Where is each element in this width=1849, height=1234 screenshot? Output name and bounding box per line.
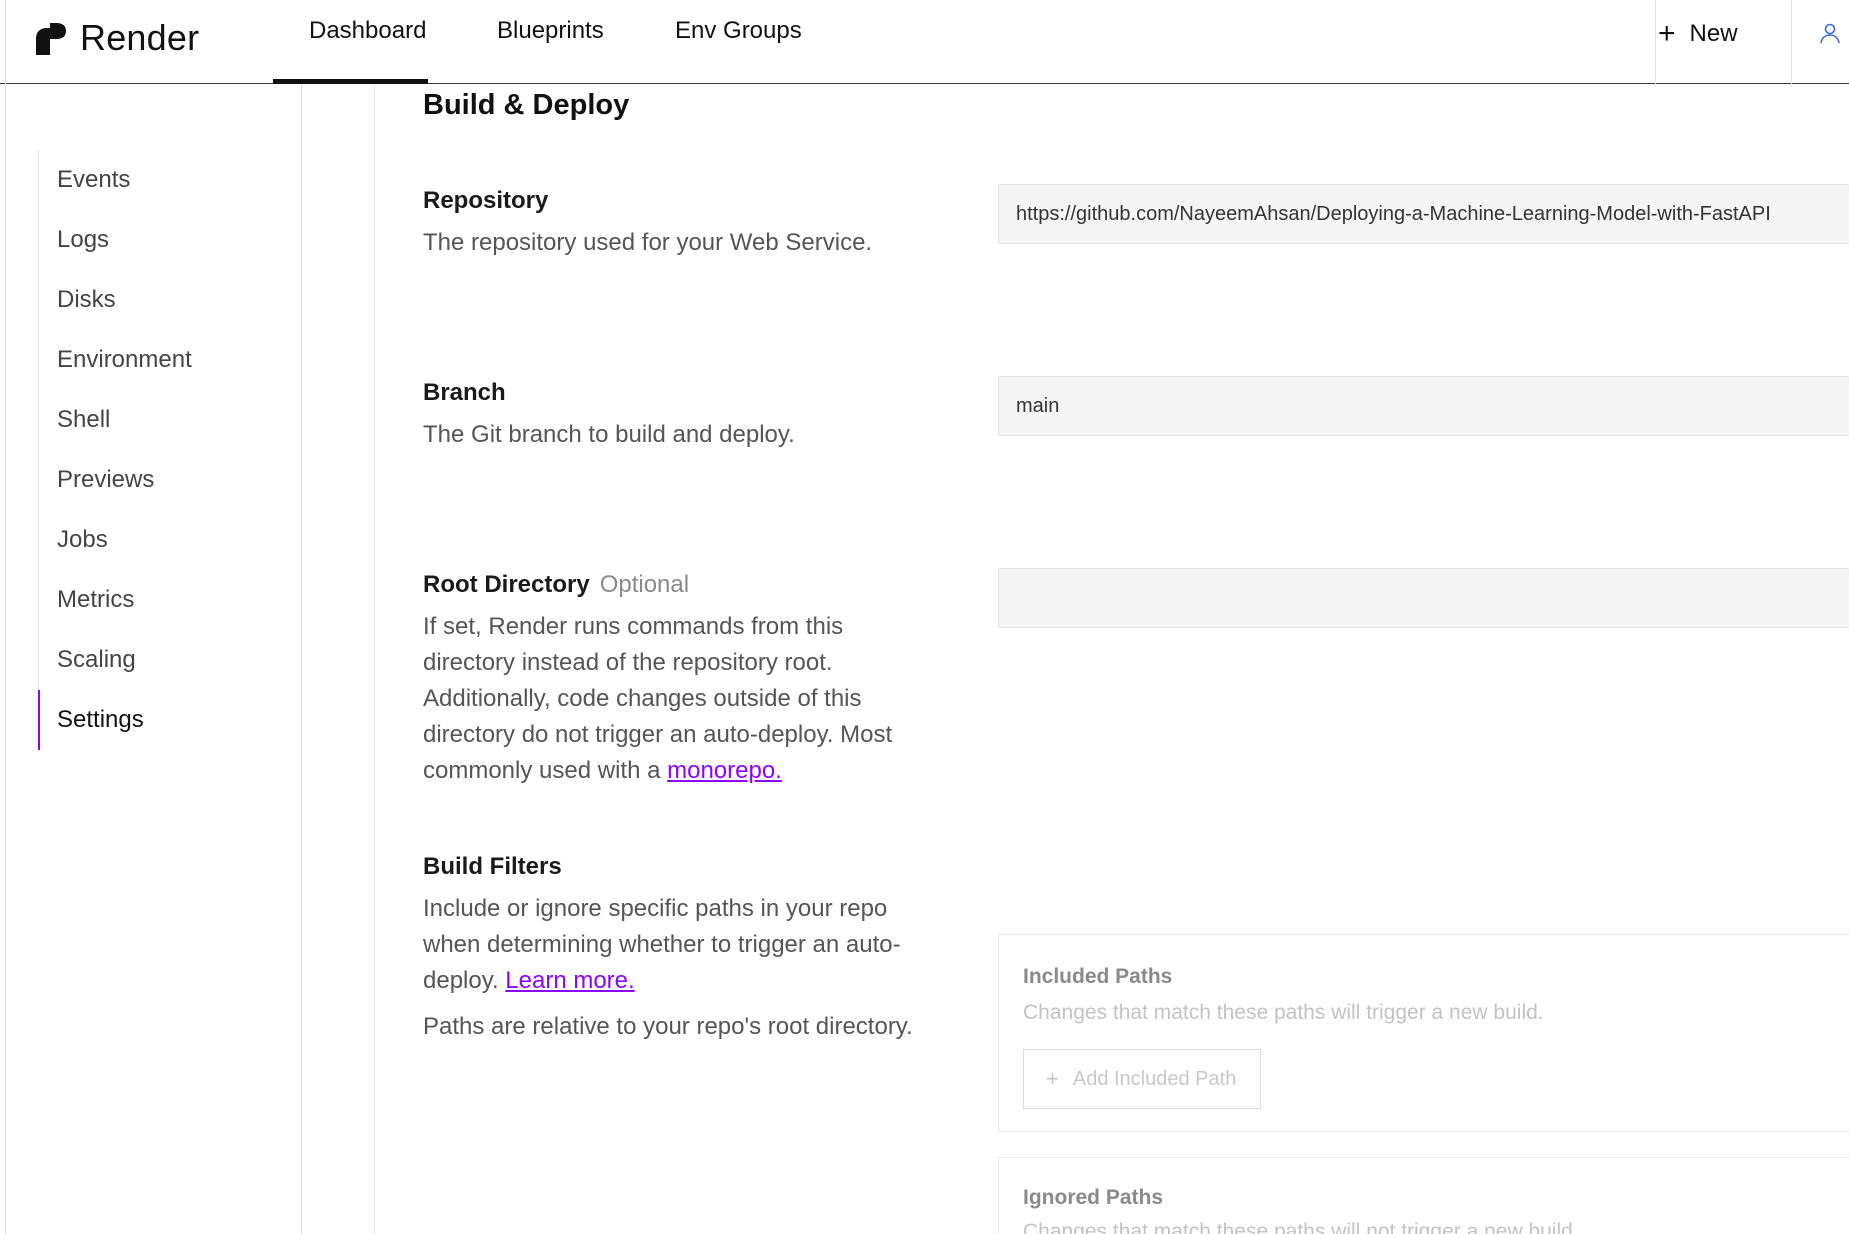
root-directory-label-text: Root Directory [423,571,590,598]
account-divider [1791,0,1792,84]
app-name: Render [80,17,200,58]
content-gutter [302,85,375,1234]
section-title: Build & Deploy [423,89,630,121]
build-filters-description: Include or ignore specific paths in your… [423,891,933,999]
sidebar-item-scaling[interactable]: Scaling [39,630,192,690]
add-included-path-button[interactable]: + Add Included Path [1023,1049,1261,1109]
branch-input[interactable]: main [998,376,1849,436]
sidebar-item-shell[interactable]: Shell [39,390,192,450]
sidebar-item-logs[interactable]: Logs [39,210,192,270]
ignored-paths-card: Ignored Paths Changes that match these p… [998,1157,1849,1234]
sidebar: Events Logs Disks Environment Shell Prev… [5,85,302,1234]
branch-description: The Git branch to build and deploy. [423,421,795,448]
add-included-path-label: Add Included Path [1072,1067,1237,1090]
sidebar-item-disks[interactable]: Disks [39,270,192,330]
new-divider [1655,0,1656,84]
build-filters-label: Build Filters [423,853,562,880]
tab-blueprints[interactable]: Blueprints [497,17,604,83]
top-navigation: Render Dashboard Blueprints Env Groups +… [0,0,1849,84]
sidebar-nav: Events Logs Disks Environment Shell Prev… [38,150,192,750]
build-filters-description-text: Include or ignore specific paths in your… [423,895,901,994]
root-directory-description-text: If set, Render runs commands from this d… [423,613,893,784]
new-button[interactable]: + New [1658,14,1738,54]
repository-label: Repository [423,187,549,214]
repository-description: The repository used for your Web Service… [423,229,873,256]
user-icon[interactable] [1819,22,1841,44]
build-filters-note: Paths are relative to your repo's root d… [423,1013,913,1040]
sidebar-item-settings[interactable]: Settings [38,690,192,750]
root-directory-label: Root Directory Optional [423,571,689,599]
monorepo-link[interactable]: monorepo. [667,757,782,784]
optional-tag: Optional [599,571,690,598]
included-paths-description: Changes that match these paths will trig… [1023,1001,1544,1024]
plus-icon: + [1658,17,1676,50]
plus-icon: + [1046,1066,1059,1091]
ignored-paths-description: Changes that match these paths will not … [1023,1220,1579,1234]
root-directory-input[interactable] [998,568,1849,628]
sidebar-item-environment[interactable]: Environment [39,330,192,390]
root-directory-description: If set, Render runs commands from this d… [423,609,933,789]
sidebar-item-events[interactable]: Events [39,150,192,210]
sidebar-item-metrics[interactable]: Metrics [39,570,192,630]
tab-dashboard[interactable]: Dashboard [272,17,429,84]
branch-label: Branch [423,379,506,406]
sidebar-item-previews[interactable]: Previews [39,450,192,510]
left-edge-divider [5,0,6,84]
new-button-label: New [1689,20,1738,47]
render-logo[interactable]: Render [34,17,199,59]
included-paths-card: Included Paths Changes that match these … [998,934,1849,1132]
sidebar-item-jobs[interactable]: Jobs [39,510,192,570]
included-paths-title: Included Paths [1023,965,1173,988]
ignored-paths-title: Ignored Paths [1023,1186,1164,1209]
repository-input[interactable]: https://github.com/NayeemAhsan/Deploying… [998,184,1849,244]
render-logo-icon [36,23,66,55]
tab-env-groups[interactable]: Env Groups [675,17,802,83]
learn-more-link[interactable]: Learn more. [505,967,634,994]
